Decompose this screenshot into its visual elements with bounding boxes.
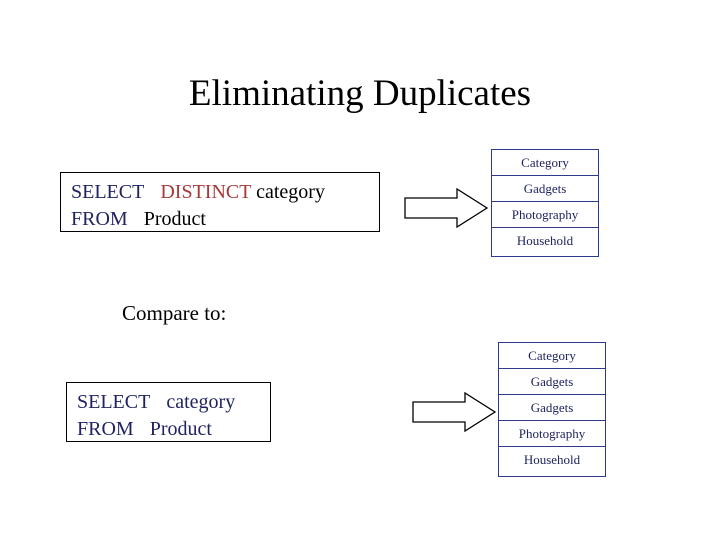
sql-table-product: Product <box>149 418 212 440</box>
sql-keyword-select: SELECT <box>71 181 145 203</box>
sql-table-product: Product <box>143 208 206 230</box>
table-row: Photography <box>492 202 598 228</box>
distinct-result-table: Category Gadgets Photography Household <box>491 149 599 257</box>
sql-keyword-from: FROM <box>71 208 128 230</box>
table-header-cell: Category <box>499 343 605 369</box>
sql-keyword-distinct: DISTINCT <box>160 181 252 203</box>
plain-result-table: Category Gadgets Gadgets Photography Hou… <box>498 342 606 477</box>
sql-keyword-from: FROM <box>77 418 134 440</box>
sql-line-from: FROM Product <box>77 416 262 443</box>
table-row: Household <box>516 233 574 248</box>
table-row: Gadgets <box>492 176 598 202</box>
sql-line-select: SELECT category <box>77 389 262 416</box>
table-row: Gadgets <box>499 395 605 421</box>
sql-query-plain: SELECT category FROM Product <box>66 382 271 442</box>
sql-keyword-select: SELECT <box>77 391 151 413</box>
compare-to-label: Compare to: <box>122 301 227 325</box>
arrow-distinct-icon <box>404 187 489 229</box>
arrow-plain <box>412 391 497 433</box>
sql-column-category: category <box>256 181 325 203</box>
table-row: Household <box>523 452 581 467</box>
table-row: Gadgets <box>499 369 605 395</box>
page-title: Eliminating Duplicates <box>188 73 532 114</box>
sql-line-select-distinct: SELECT DISTINCT category <box>71 179 371 206</box>
sql-column-category: category <box>166 391 236 413</box>
arrow-plain-icon <box>412 391 497 433</box>
sql-query-distinct: SELECT DISTINCT category FROM Product <box>60 172 380 232</box>
table-header-cell: Category <box>492 150 598 176</box>
arrow-distinct <box>404 187 489 229</box>
sql-line-from: FROM Product <box>71 206 371 233</box>
slide-canvas: Eliminating Duplicates SELECT DISTINCT ca… <box>0 0 720 540</box>
table-row: Photography <box>499 421 605 447</box>
